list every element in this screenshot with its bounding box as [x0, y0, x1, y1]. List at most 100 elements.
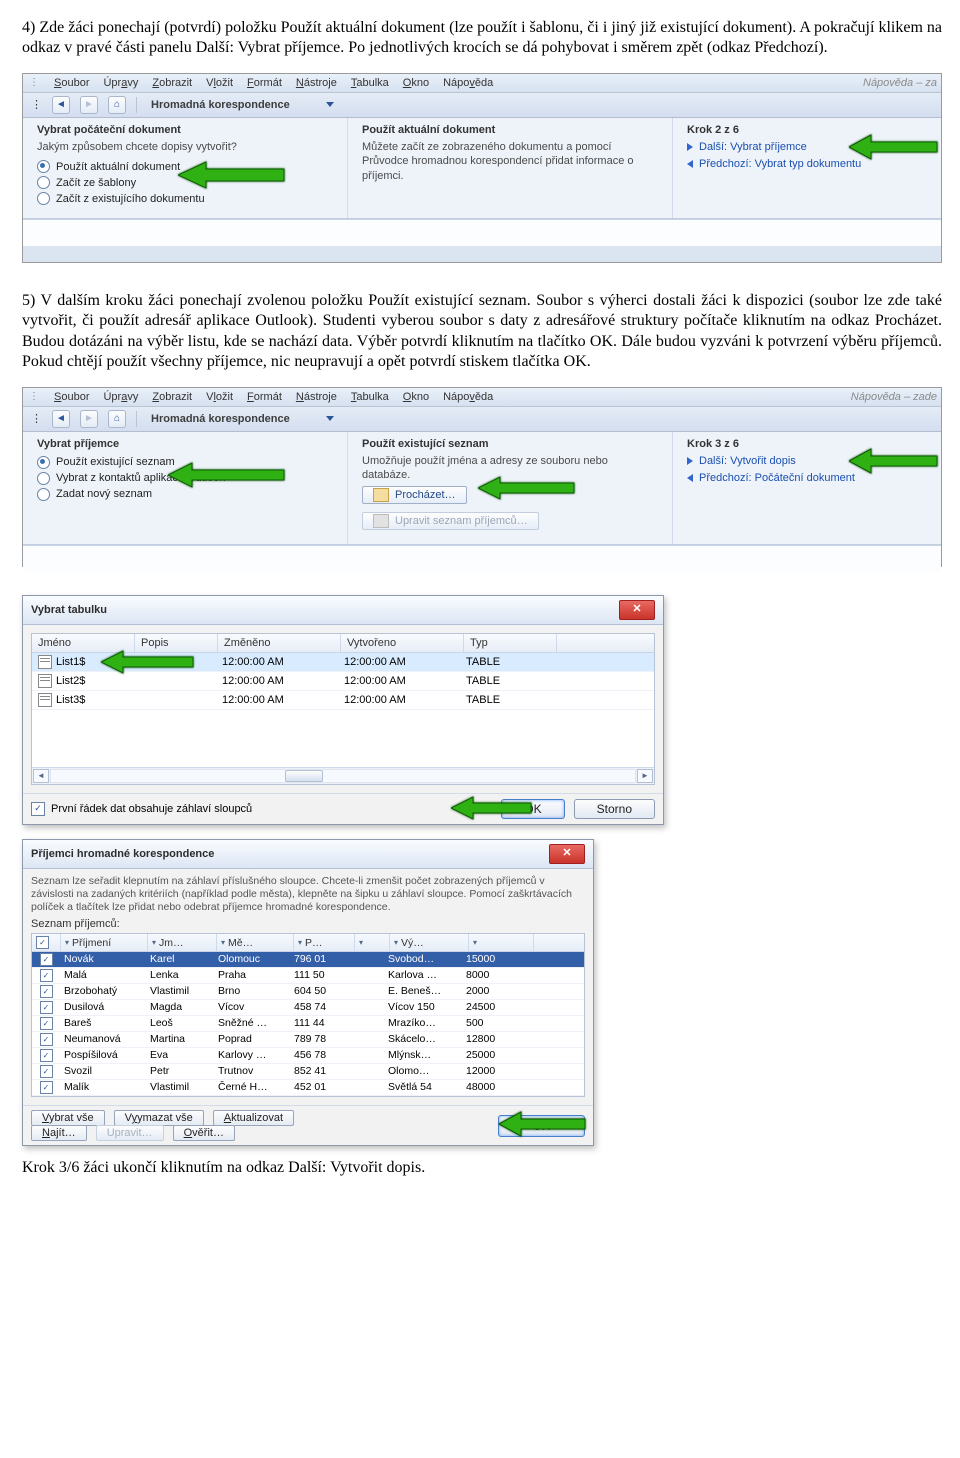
- recipient-row[interactable]: ✓DusilováMagdaVícov458 74Vícov 15024500: [32, 1000, 584, 1016]
- dropdown-icon[interactable]: [326, 102, 334, 107]
- radio-icon: [37, 472, 50, 485]
- menu-format[interactable]: Formát: [247, 391, 282, 403]
- grip-icon: ⋮: [29, 77, 40, 88]
- menu-edit[interactable]: Úpravy: [103, 77, 138, 89]
- menu-edit[interactable]: Úpravy: [103, 391, 138, 403]
- close-icon[interactable]: ✕: [549, 844, 585, 864]
- menu-tools[interactable]: Nástroje: [296, 391, 337, 403]
- find-button[interactable]: Najít…: [31, 1125, 87, 1141]
- menu-window[interactable]: Okno: [403, 77, 429, 89]
- recipient-row[interactable]: ✓PospíšilováEvaKarlovy …456 78Mlýnsk…250…: [32, 1048, 584, 1064]
- mailmerge-toolbar: ⋮ ◄ ► ⌂ Hromadná korespondence: [23, 93, 941, 118]
- col-popis[interactable]: Popis: [135, 634, 218, 652]
- dialog-title: Vybrat tabulku: [31, 604, 107, 616]
- checkbox-icon[interactable]: ✓: [40, 953, 53, 966]
- menu-view[interactable]: Zobrazit: [152, 77, 192, 89]
- menu-file[interactable]: Soubor: [54, 391, 89, 403]
- col-prize[interactable]: ▾: [469, 934, 534, 951]
- col-zip[interactable]: ▾P…: [294, 934, 355, 951]
- opt-from-template[interactable]: Začít ze šablony: [37, 176, 333, 189]
- col-created[interactable]: Vytvořeno: [341, 634, 464, 652]
- nav-back-icon[interactable]: ◄: [52, 410, 70, 428]
- recipient-row[interactable]: ✓MalíkVlastimilČerné H…452 01Světlá 5448…: [32, 1080, 584, 1096]
- opt-new-list[interactable]: Zadat nový seznam: [37, 488, 333, 501]
- ok-button[interactable]: OK: [501, 799, 564, 819]
- col-modified[interactable]: Změněno: [218, 634, 341, 652]
- opt-use-current[interactable]: Použít aktuální dokument: [37, 160, 333, 173]
- recipient-row[interactable]: ✓BrzobohatýVlastimilBrno604 50E. Beneš…2…: [32, 984, 584, 1000]
- verify-button[interactable]: Ověřit…: [173, 1125, 235, 1141]
- menu-format[interactable]: Formát: [247, 77, 282, 89]
- step-label: Krok 3 z 6: [687, 438, 927, 450]
- col-name[interactable]: Jméno: [32, 634, 135, 652]
- menu-file[interactable]: Soubor: [54, 77, 89, 89]
- nav-fwd-icon[interactable]: ►: [80, 410, 98, 428]
- menu-help[interactable]: Nápověda: [443, 77, 493, 89]
- menu-view[interactable]: Zobrazit: [152, 391, 192, 403]
- recipient-row[interactable]: ✓SvozilPetrTrutnov852 41Olomo…12000: [32, 1064, 584, 1080]
- recipient-row[interactable]: ✓BarešLeošSněžné …111 44Mrazíko…500: [32, 1016, 584, 1032]
- col-street[interactable]: ▾Vý…: [390, 934, 469, 951]
- checkbox-icon[interactable]: ✓: [40, 1065, 53, 1078]
- menu-tools[interactable]: Nástroje: [296, 77, 337, 89]
- checkbox-icon[interactable]: ✓: [40, 1001, 53, 1014]
- panel-step-nav: Krok 2 z 6 Další: Vybrat příjemce Předch…: [673, 118, 941, 218]
- checkbox-icon[interactable]: ✓: [40, 985, 53, 998]
- link-next[interactable]: Další: Vybrat příjemce: [687, 141, 927, 153]
- close-icon[interactable]: ✕: [619, 600, 655, 620]
- menu-insert[interactable]: Vložit: [206, 391, 233, 403]
- opt-existing-list[interactable]: Použít existující seznam: [37, 456, 333, 469]
- link-next[interactable]: Další: Vytvořit dopis: [687, 455, 927, 467]
- horizontal-scrollbar[interactable]: ◄ ►: [32, 767, 654, 784]
- scroll-right-icon[interactable]: ►: [637, 769, 653, 783]
- arrow-left-icon: [687, 474, 693, 482]
- clear-all-button[interactable]: Vyymazat vše: [114, 1110, 204, 1126]
- col-check[interactable]: ✓: [32, 934, 61, 951]
- home-icon[interactable]: ⌂: [108, 96, 126, 114]
- nav-fwd-icon[interactable]: ►: [80, 96, 98, 114]
- col-city[interactable]: ▾Mě…: [217, 934, 294, 951]
- table-row[interactable]: List3$12:00:00 AM12:00:00 AMTABLE: [32, 691, 654, 710]
- first-row-headers-checkbox[interactable]: ✓ První řádek dat obsahuje záhlaví sloup…: [31, 802, 252, 816]
- opt-from-existing[interactable]: Začít z existujícího dokumentu: [37, 192, 333, 205]
- browse-button[interactable]: Procházet…: [362, 486, 467, 504]
- list-label: Seznam příjemců:: [31, 918, 585, 930]
- menu-bar: ⋮ Soubor Úpravy Zobrazit Vložit Formát N…: [23, 388, 941, 407]
- recipient-row[interactable]: ✓NeumanováMartinaPoprad789 78Skácelo…128…: [32, 1032, 584, 1048]
- table-row[interactable]: List2$12:00:00 AM12:00:00 AMTABLE: [32, 672, 654, 691]
- recipients-table: ✓ ▾Příjmení ▾Jm… ▾Mě… ▾P… ▾Ulice ▾Vý… ▾ …: [31, 933, 585, 1097]
- refresh-button[interactable]: Aktualizovat: [213, 1110, 294, 1126]
- help-hint: Nápověda – za: [863, 77, 937, 89]
- recipient-row[interactable]: ✓MaláLenkaPraha111 50Karlova …8000: [32, 968, 584, 984]
- col-name[interactable]: ▾Jm…: [148, 934, 217, 951]
- link-prev[interactable]: Předchozí: Počáteční dokument: [687, 472, 927, 484]
- ok-button[interactable]: OK: [498, 1115, 585, 1137]
- checkbox-icon[interactable]: ✓: [40, 969, 53, 982]
- checkbox-icon[interactable]: ✓: [40, 1033, 53, 1046]
- checkbox-icon[interactable]: ✓: [40, 1081, 53, 1094]
- folder-icon: [373, 488, 389, 502]
- nav-back-icon[interactable]: ◄: [52, 96, 70, 114]
- table-row[interactable]: List1$12:00:00 AM12:00:00 AMTABLE: [32, 653, 654, 672]
- panel-title: Vybrat počáteční dokument: [37, 124, 333, 136]
- scroll-left-icon[interactable]: ◄: [33, 769, 49, 783]
- scroll-track[interactable]: [50, 769, 636, 783]
- checkbox-icon[interactable]: ✓: [40, 1017, 53, 1030]
- opt-outlook-contacts[interactable]: Vybrat z kontaktů aplikace Outlook: [37, 472, 333, 485]
- home-icon[interactable]: ⌂: [108, 410, 126, 428]
- cancel-button[interactable]: Storno: [574, 799, 655, 819]
- menu-table[interactable]: Tabulka: [351, 77, 389, 89]
- col-type[interactable]: Typ: [464, 634, 557, 652]
- dropdown-icon[interactable]: [326, 416, 334, 421]
- checkbox-icon[interactable]: ✓: [40, 1049, 53, 1062]
- menu-help[interactable]: Nápověda: [443, 391, 493, 403]
- recipient-row[interactable]: ✓NovákKarelOlomouc796 01Svobod…15000: [32, 952, 584, 968]
- link-prev[interactable]: Předchozí: Vybrat typ dokumentu: [687, 158, 927, 170]
- menu-table[interactable]: Tabulka: [351, 391, 389, 403]
- menu-insert[interactable]: Vložit: [206, 77, 233, 89]
- scroll-thumb[interactable]: [285, 770, 323, 782]
- menu-window[interactable]: Okno: [403, 391, 429, 403]
- col-surname[interactable]: ▾Příjmení: [61, 934, 148, 951]
- col-p[interactable]: ▾Ulice: [355, 934, 390, 951]
- select-all-button[interactable]: Vybrat vše: [31, 1110, 105, 1126]
